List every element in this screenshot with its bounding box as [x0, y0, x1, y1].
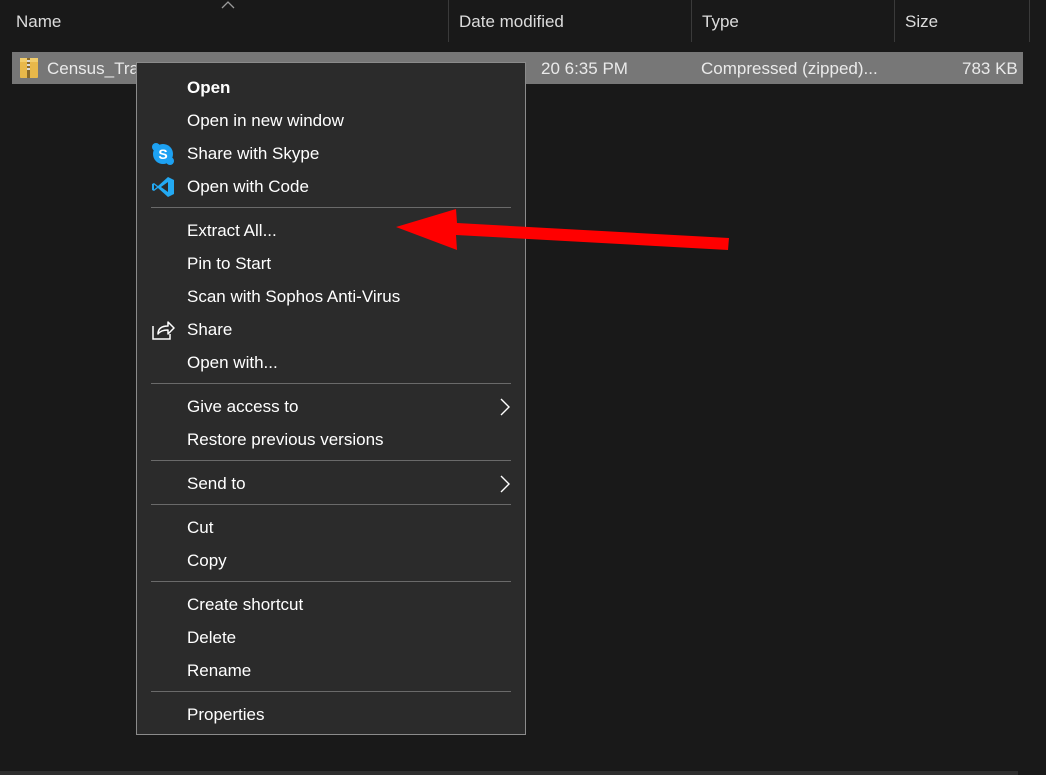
menu-item-label: Scan with Sophos Anti-Virus — [187, 287, 401, 306]
menu-item-open-with-code[interactable]: Open with Code — [137, 170, 525, 203]
menu-item-share-with-skype[interactable]: S Share with Skype — [137, 137, 525, 170]
menu-item-label: Create shortcut — [187, 595, 304, 614]
menu-item-label: Open with Code — [187, 177, 309, 196]
menu-item-label: Properties — [187, 705, 265, 724]
column-header-date-modified[interactable]: Date modified — [451, 0, 691, 44]
menu-item-open-new-window[interactable]: Open in new window — [137, 104, 525, 137]
menu-separator — [151, 581, 511, 582]
menu-separator — [151, 460, 511, 461]
column-divider[interactable] — [1029, 0, 1030, 42]
menu-item-label: Share with Skype — [187, 144, 320, 163]
menu-item-rename[interactable]: Rename — [137, 654, 525, 687]
menu-separator — [151, 207, 511, 208]
menu-item-label: Delete — [187, 628, 237, 647]
menu-item-label: Send to — [187, 474, 246, 493]
menu-item-label: Pin to Start — [187, 254, 272, 273]
menu-item-open-with[interactable]: Open with... — [137, 346, 525, 379]
menu-item-label: Restore previous versions — [187, 430, 384, 449]
menu-item-create-shortcut[interactable]: Create shortcut — [137, 588, 525, 621]
context-menu: Open Open in new window S Share with Sky… — [136, 62, 526, 735]
menu-item-label: Give access to — [187, 397, 299, 416]
chevron-right-icon — [500, 475, 510, 493]
menu-item-label: Open — [187, 78, 231, 97]
menu-item-label: Share — [187, 320, 233, 339]
menu-item-label: Copy — [187, 551, 227, 570]
menu-item-properties[interactable]: Properties — [137, 698, 525, 731]
sort-ascending-icon — [221, 1, 235, 9]
menu-item-give-access-to[interactable]: Give access to — [137, 390, 525, 423]
share-icon — [152, 321, 175, 340]
file-size: 783 KB — [962, 59, 1018, 78]
menu-separator — [151, 383, 511, 384]
menu-item-open[interactable]: Open — [137, 71, 525, 104]
file-name[interactable]: Census_Tra — [47, 52, 139, 84]
menu-item-scan-sophos[interactable]: Scan with Sophos Anti-Virus — [137, 280, 525, 313]
menu-item-send-to[interactable]: Send to — [137, 467, 525, 500]
zip-folder-icon — [20, 58, 38, 78]
menu-item-extract-all[interactable]: Extract All... — [137, 214, 525, 247]
menu-item-label: Open with... — [187, 353, 278, 372]
skype-icon: S — [152, 143, 174, 165]
horizontal-scrollbar[interactable] — [0, 771, 1018, 775]
menu-item-label: Rename — [187, 661, 252, 680]
column-header-bar: Name Date modified Type Size — [0, 0, 1030, 44]
menu-item-copy[interactable]: Copy — [137, 544, 525, 577]
menu-item-label: Extract All... — [187, 221, 277, 240]
svg-text:S: S — [158, 146, 167, 162]
column-header-size[interactable]: Size — [897, 0, 1029, 44]
chevron-right-icon — [500, 398, 510, 416]
column-divider[interactable] — [691, 0, 692, 42]
menu-item-label: Open in new window — [187, 111, 344, 130]
menu-separator — [151, 504, 511, 505]
menu-item-pin-to-start[interactable]: Pin to Start — [137, 247, 525, 280]
menu-item-cut[interactable]: Cut — [137, 511, 525, 544]
menu-item-restore-previous-versions[interactable]: Restore previous versions — [137, 423, 525, 456]
menu-separator — [151, 691, 511, 692]
menu-item-share[interactable]: Share — [137, 313, 525, 346]
menu-item-label: Cut — [187, 518, 214, 537]
column-divider[interactable] — [894, 0, 895, 42]
vscode-icon — [152, 177, 174, 197]
column-header-type[interactable]: Type — [694, 0, 894, 44]
file-type: Compressed (zipped)... — [701, 59, 878, 78]
menu-item-delete[interactable]: Delete — [137, 621, 525, 654]
column-divider[interactable] — [448, 0, 449, 42]
file-date-modified: 20 6:35 PM — [541, 59, 628, 78]
